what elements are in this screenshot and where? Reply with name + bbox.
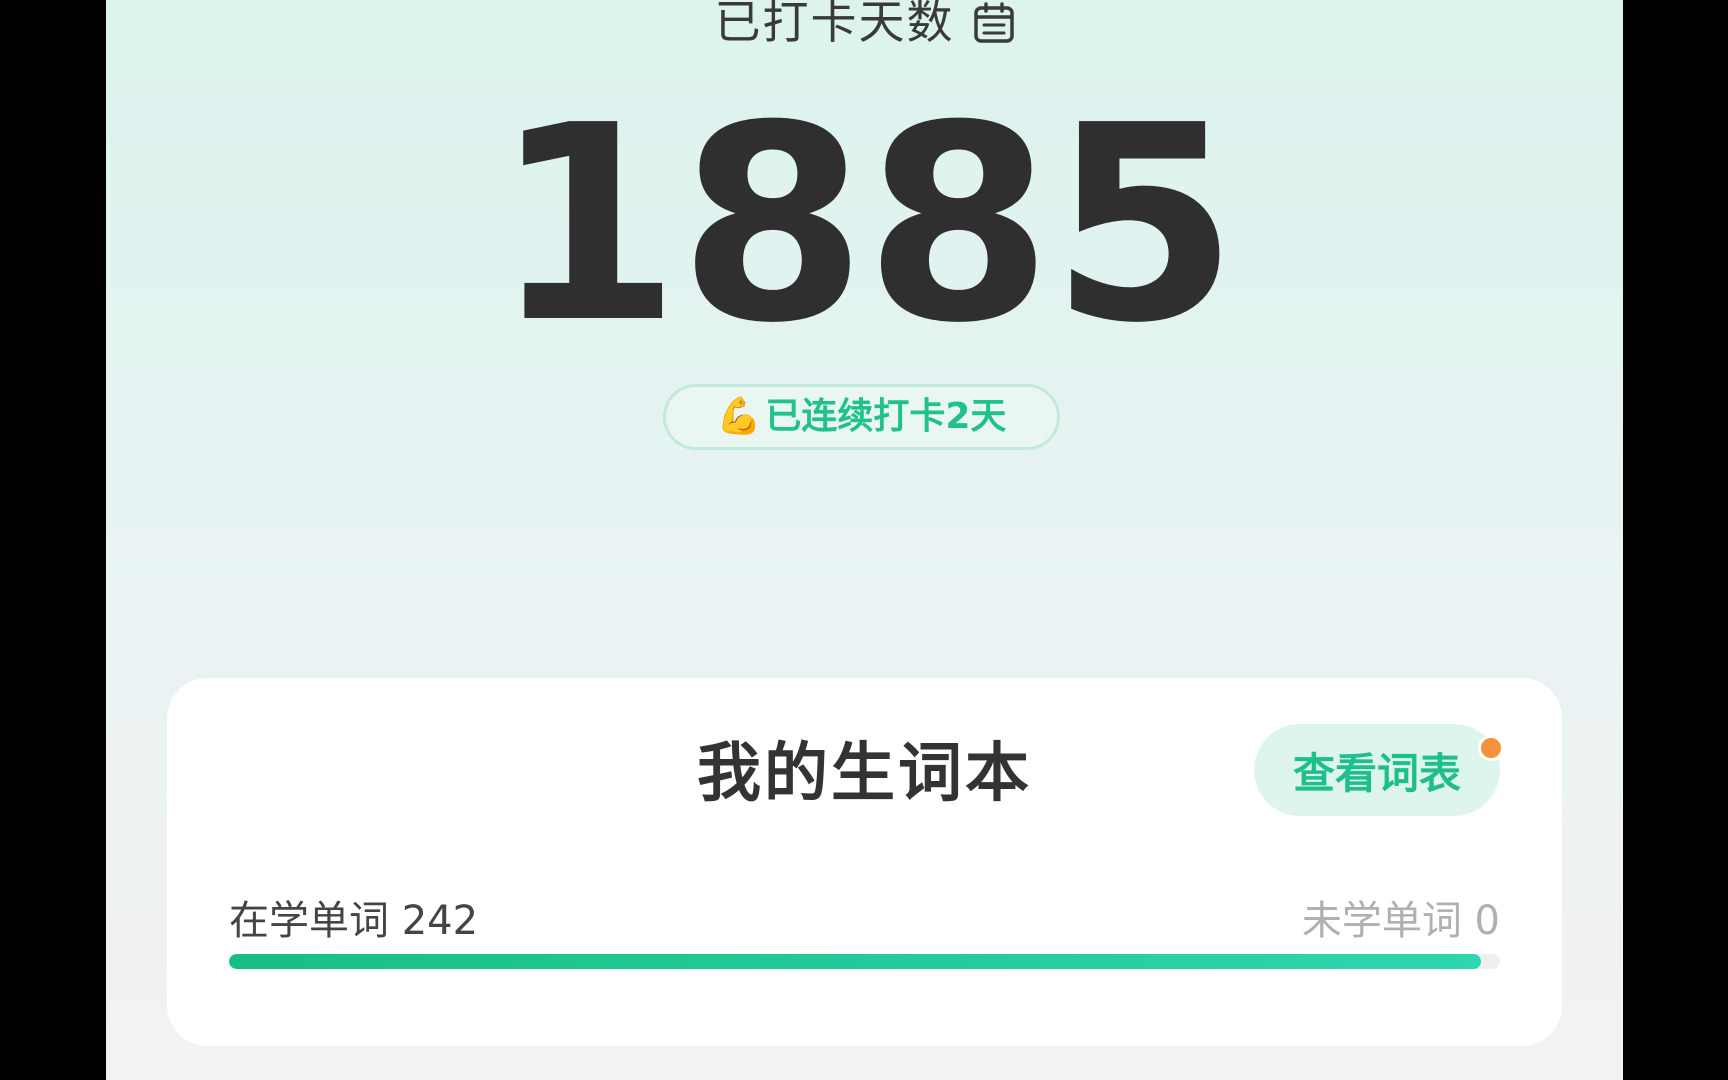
notification-dot (1478, 735, 1504, 761)
streak-badge[interactable]: 💪 已连续打卡2天 (663, 384, 1060, 450)
app-screen: 已打卡天数 1885 💪 已连续打卡2天 我的生词本 查看词表 在学单词 242 (106, 0, 1623, 1080)
unlearned-words-label: 未学单词 (1301, 898, 1462, 944)
calendar-icon[interactable] (973, 1, 1015, 43)
unlearned-words-count: 0 (1474, 898, 1500, 944)
learning-words-stat: 在学单词 242 (229, 888, 478, 946)
checkin-days-header[interactable]: 已打卡天数 (106, 0, 1623, 52)
unlearned-words-stat: 未学单词 0 (1302, 888, 1500, 946)
learning-words-count: 242 (401, 898, 479, 944)
view-word-list-button[interactable]: 查看词表 (1254, 724, 1500, 816)
learning-words-label: 在学单词 (229, 898, 389, 944)
flexed-biceps-icon: 💪 (716, 396, 762, 437)
vocab-book-card: 我的生词本 查看词表 在学单词 242 未学单词 0 (167, 678, 1562, 1046)
screen: 已打卡天数 1885 💪 已连续打卡2天 我的生词本 查看词表 在学单词 242 (0, 0, 1728, 1080)
learning-progress-fill (229, 954, 1481, 969)
checkin-days-label: 已打卡天数 (714, 0, 955, 49)
checkin-days-count: 1885 (492, 67, 1238, 382)
learning-progress-bar (229, 954, 1500, 969)
streak-text: 已连续打卡2天 (765, 396, 1007, 437)
